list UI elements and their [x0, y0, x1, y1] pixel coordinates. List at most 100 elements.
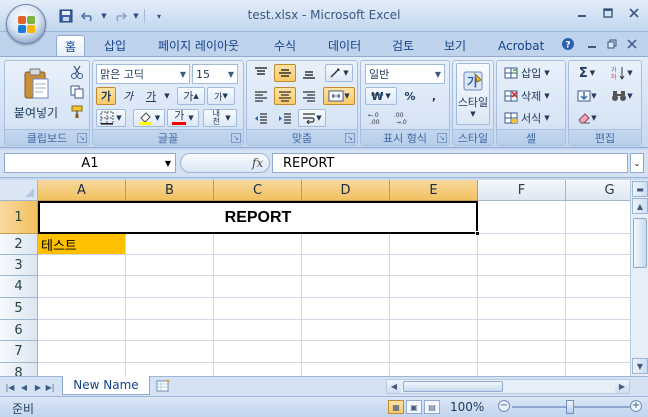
column-header-e[interactable]: E: [390, 180, 478, 201]
tab-formulas[interactable]: 수식: [266, 35, 304, 56]
page-layout-view-icon[interactable]: ▣: [406, 400, 422, 414]
zoom-thumb[interactable]: [566, 400, 574, 414]
alignment-launcher-icon[interactable]: ↘: [345, 133, 355, 143]
zoom-out-icon[interactable]: −: [498, 400, 510, 412]
clear-button[interactable]: ▼: [572, 109, 602, 127]
orientation-button[interactable]: ▼: [325, 64, 353, 82]
bold-button[interactable]: 가: [96, 87, 116, 105]
insert-sheet-icon[interactable]: [152, 378, 174, 394]
increase-decimal-icon[interactable]: ←.0.00: [365, 109, 389, 127]
help-icon[interactable]: ?: [560, 36, 576, 52]
column-header-a[interactable]: A: [38, 180, 126, 201]
workbook-restore-icon[interactable]: [604, 36, 620, 52]
row-header-8[interactable]: 8: [0, 363, 38, 376]
font-name-select[interactable]: 맑은 고딕 ▼: [96, 64, 190, 84]
align-center-icon[interactable]: [274, 87, 296, 105]
restore-icon[interactable]: [598, 4, 618, 22]
comma-button[interactable]: ,: [423, 87, 445, 105]
insert-function-icon[interactable]: fx: [252, 156, 263, 170]
fill-button[interactable]: ▼: [572, 87, 602, 105]
close-icon[interactable]: [624, 4, 644, 22]
column-header-f[interactable]: F: [478, 180, 566, 201]
select-all-corner[interactable]: [0, 180, 38, 201]
name-box[interactable]: A1 ▼: [4, 153, 176, 173]
underline-button[interactable]: 가: [140, 87, 162, 105]
vertical-scroll-thumb[interactable]: [633, 218, 647, 268]
column-header-b[interactable]: B: [126, 180, 214, 201]
grow-font-button[interactable]: 가 ▲: [177, 87, 205, 105]
top-align-icon[interactable]: [250, 64, 272, 82]
percent-button[interactable]: %: [399, 87, 421, 105]
horizontal-scroll-thumb[interactable]: [403, 381, 503, 392]
row-header-2[interactable]: 2: [0, 234, 38, 255]
fill-color-button[interactable]: ▼: [133, 109, 165, 127]
zoom-slider[interactable]: − +: [498, 399, 644, 415]
row-header-6[interactable]: 6: [0, 320, 38, 341]
copy-icon[interactable]: [67, 83, 87, 101]
row-header-1[interactable]: 1: [0, 201, 38, 234]
sort-filter-button[interactable]: 가하 ▼: [605, 64, 639, 82]
wrap-text-button[interactable]: ▼: [298, 109, 326, 127]
row-header-7[interactable]: 7: [0, 341, 38, 363]
chevron-down-icon[interactable]: ▼: [165, 159, 171, 168]
scroll-down-icon[interactable]: ▼: [632, 358, 648, 374]
font-launcher-icon[interactable]: ↘: [231, 133, 241, 143]
split-box-icon[interactable]: ▬: [632, 181, 648, 197]
middle-align-icon[interactable]: [274, 64, 296, 82]
minimize-icon[interactable]: [572, 4, 592, 22]
increase-indent-icon[interactable]: [274, 109, 296, 127]
phonetic-guide-button[interactable]: 내천 ▼: [203, 109, 237, 127]
cell-a1-merged[interactable]: REPORT: [38, 201, 478, 234]
column-header-c[interactable]: C: [214, 180, 302, 201]
align-left-icon[interactable]: [250, 87, 272, 105]
shrink-font-button[interactable]: 가 ▼: [207, 87, 235, 105]
format-painter-icon[interactable]: [67, 103, 87, 121]
styles-button[interactable]: 가 스타일 ▼: [456, 63, 490, 125]
tab-insert[interactable]: 삽입: [96, 35, 134, 56]
sheet-tab-active[interactable]: New Name: [62, 376, 150, 395]
borders-button[interactable]: ▼: [96, 109, 126, 127]
align-right-icon[interactable]: [298, 87, 320, 105]
zoom-level[interactable]: 100%: [450, 400, 484, 414]
tab-review[interactable]: 검토: [384, 35, 422, 56]
decrease-indent-icon[interactable]: [250, 109, 272, 127]
prev-sheet-icon[interactable]: ◀: [18, 380, 30, 394]
column-header-d[interactable]: D: [302, 180, 390, 201]
italic-button[interactable]: 가: [118, 87, 138, 105]
merge-center-button[interactable]: ▼: [323, 87, 355, 105]
decrease-decimal-icon[interactable]: .00 →.0: [391, 109, 415, 127]
scroll-left-icon[interactable]: ◀: [387, 380, 401, 393]
tab-view[interactable]: 보기: [436, 35, 474, 56]
row-header-5[interactable]: 5: [0, 298, 38, 320]
delete-cells-button[interactable]: 삭제 ▼: [500, 87, 562, 105]
scroll-right-icon[interactable]: ▶: [615, 380, 629, 393]
font-size-select[interactable]: 15 ▼: [192, 64, 238, 84]
expand-formula-bar-icon[interactable]: ⌄: [630, 153, 644, 173]
paste-button[interactable]: 붙여넣기: [7, 63, 65, 125]
tab-home[interactable]: 홈: [56, 35, 86, 56]
find-select-button[interactable]: ▼: [605, 87, 639, 105]
underline-dropdown-icon[interactable]: ▼: [162, 87, 172, 105]
normal-view-icon[interactable]: ▦: [388, 400, 404, 414]
tab-acrobat[interactable]: Acrobat: [490, 35, 552, 56]
clipboard-launcher-icon[interactable]: ↘: [77, 133, 87, 143]
format-cells-button[interactable]: 서식 ▼: [500, 109, 562, 127]
bottom-align-icon[interactable]: [298, 64, 320, 82]
currency-button[interactable]: ₩ ▼: [365, 87, 397, 105]
vertical-scrollbar[interactable]: ▬ ▲ ▼: [630, 180, 648, 376]
insert-cells-button[interactable]: 삽입 ▼: [500, 64, 562, 82]
ribbon-minimize-icon[interactable]: [584, 36, 600, 52]
scroll-up-icon[interactable]: ▲: [632, 198, 648, 214]
fill-handle[interactable]: [475, 231, 480, 236]
first-sheet-icon[interactable]: |◀: [4, 380, 16, 394]
page-break-view-icon[interactable]: ▤: [424, 400, 440, 414]
cell-a2[interactable]: 테스트: [38, 234, 126, 255]
column-header-g[interactable]: G: [566, 180, 630, 201]
autosum-button[interactable]: Σ ▼: [572, 64, 602, 82]
row-header-3[interactable]: 3: [0, 255, 38, 276]
workbook-close-icon[interactable]: [624, 36, 640, 52]
worksheet-grid[interactable]: A B C D E F G 1 2 3 4 5 6 7 8 REPORT 테스트: [0, 180, 630, 376]
cut-icon[interactable]: [67, 63, 87, 81]
tab-data[interactable]: 데이터: [320, 35, 369, 56]
horizontal-scrollbar[interactable]: ◀ ▶: [386, 379, 630, 394]
